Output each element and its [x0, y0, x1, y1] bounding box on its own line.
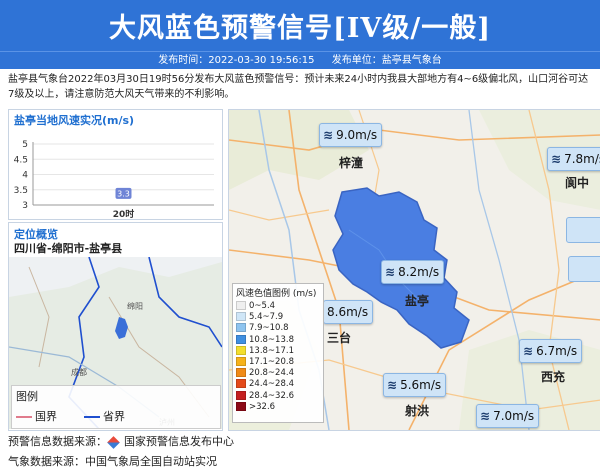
national-border-swatch — [16, 416, 32, 418]
weather-source-line: 气象数据来源：中国气象局全国自动站实况 — [8, 455, 217, 468]
map-label-shehong: 射洪 — [405, 404, 430, 418]
warning-source-line: 预警信息数据来源： 国家预警信息发布中心 — [8, 435, 234, 449]
wind-reading-santai: 8.6m/s — [323, 300, 374, 324]
wind-legend-swatch — [236, 368, 246, 378]
location-panel: 定位概览 四川省-绵阳市-盐亭县 绵阳 成都 泸州 图例 国界 省界 — [8, 222, 223, 431]
wind-legend-swatch — [236, 401, 246, 411]
wind-legend-title: 风速色值图例 (m/s) — [236, 289, 317, 299]
wind-color-legend: 风速色值图例 (m/s) 0~5.4 5.4~7.9 7.9~10.8 10.8~13… — [232, 283, 324, 423]
publish-unit: 发布单位：盐亭县气象台 — [331, 55, 442, 66]
wind-legend-item: 10.8~13.8 — [233, 334, 323, 346]
wind-legend-swatch — [236, 345, 246, 355]
wind-legend-item: 17.1~20.8 — [233, 356, 323, 368]
legend-item-border: 国界 — [16, 408, 57, 424]
overview-label-chengdu: 成都 — [71, 367, 87, 377]
publish-info-bar: 发布时间：2022-03-30 19:56:15 发布单位：盐亭县气象台 — [0, 51, 600, 69]
overview-legend: 图例 国界 省界 — [11, 385, 221, 429]
map-label-yanting: 盐亭 — [405, 294, 430, 308]
wind-legend-swatch — [236, 356, 246, 366]
wind-reading-east-partial-2 — [568, 256, 600, 282]
wind-legend-swatch — [236, 334, 246, 344]
location-text: 四川省-绵阳市-盐亭县 — [14, 242, 123, 255]
wind-legend-item: >32.6 — [233, 401, 323, 413]
publish-time: 发布时间：2022-03-30 19:56:15 — [158, 55, 315, 66]
map-label-xichong: 西充 — [541, 370, 566, 384]
wind-legend-item: 28.4~32.6 — [233, 390, 323, 402]
wind-legend-swatch — [236, 379, 246, 389]
wind-icon: ≋ — [385, 265, 396, 279]
y-tick-label: 4 — [22, 171, 28, 181]
wind-reading-zitong: ≋ 9.0m/s — [319, 123, 383, 147]
wind-reading-xichong: ≋ 6.7m/s — [519, 339, 583, 363]
wind-icon: ≋ — [480, 409, 491, 423]
wind-legend-swatch — [236, 312, 246, 322]
wind-legend-swatch — [236, 323, 246, 333]
wind-reading-yanting: ≋ 8.2m/s — [381, 260, 445, 284]
wind-legend-item: 0~5.4 — [233, 301, 323, 312]
wind-icon: ≋ — [387, 378, 398, 392]
overview-label-mianyang: 绵阳 — [127, 301, 143, 311]
wind-icon: ≋ — [523, 344, 534, 358]
wind-reading-south: ≋ 7.0m/s — [476, 404, 540, 428]
map-label-santai: 三台 — [327, 331, 352, 345]
header-banner: 大风蓝色预警信号[IV级/一般] — [0, 0, 600, 51]
y-tick-label: 3.5 — [14, 186, 28, 196]
wind-icon: ≋ — [551, 152, 562, 166]
wind-icon: ≋ — [323, 128, 334, 142]
x-tick-label: 20时 — [113, 208, 135, 219]
data-label: 3.3 — [117, 189, 130, 198]
warning-description: 盐亭县气象台2022年03月30日19时56分发布大风蓝色预警信号：预计未来24… — [8, 74, 589, 100]
wind-legend-item: 24.4~28.4 — [233, 379, 323, 390]
wind-legend-swatch — [236, 390, 246, 400]
wind-reading-east-partial — [566, 217, 600, 243]
wind-reading-shehong: ≋ 5.6m/s — [383, 373, 447, 397]
map-label-zitong: 梓潼 — [339, 156, 364, 170]
province-border-swatch — [84, 416, 100, 418]
map-label-langzhong: 阆中 — [565, 176, 590, 190]
wind-legend-swatch — [236, 301, 246, 310]
overview-legend-title: 图例 — [16, 390, 38, 403]
wind-legend-item: 7.9~10.8 — [233, 323, 323, 334]
wind-legend-item: 20.8~24.4 — [233, 368, 323, 379]
wind-legend-item: 5.4~7.9 — [233, 312, 323, 323]
y-tick-label: 3 — [22, 201, 28, 211]
wind-reading-langzhong: ≋7.8m/s — [547, 147, 600, 171]
wind-speed-panel: 盐亭当地风速实况(m/s) 3 3.5 4 4.5 5 3.3 20时 — [8, 109, 223, 220]
legend-item-province: 省界 — [84, 408, 125, 424]
warning-center-icon — [107, 435, 120, 449]
page-title: 大风蓝色预警信号[IV级/一般] — [109, 13, 491, 44]
y-tick-label: 5 — [22, 140, 28, 150]
wind-speed-chart: 3 3.5 4 4.5 5 3.3 20时 — [14, 140, 214, 219]
wind-legend-item: 13.8~17.1 — [233, 345, 323, 357]
y-tick-label: 4.5 — [14, 155, 28, 165]
